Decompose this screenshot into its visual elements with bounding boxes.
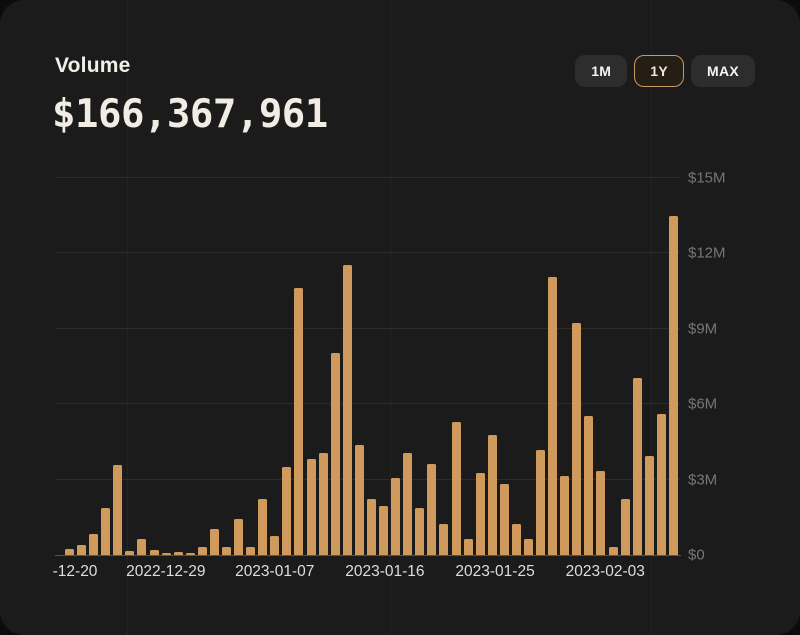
volume-bar[interactable] [621, 499, 630, 555]
range-button-max[interactable]: MAX [691, 55, 755, 87]
chart-title: Volume [55, 54, 131, 78]
y-axis-tick-label: $0 [688, 547, 705, 564]
range-button-1y[interactable]: 1Y [634, 55, 684, 87]
y-axis-tick-label: $3M [688, 471, 717, 488]
y-axis-tick-label: $12M [688, 245, 726, 262]
time-range-selector: 1M 1Y MAX [575, 55, 755, 87]
volume-bar[interactable] [476, 473, 485, 555]
x-axis-tick-label: 2023-01-25 [455, 563, 534, 581]
volume-bar[interactable] [270, 536, 279, 555]
y-axis-tick-label: $9M [688, 320, 717, 337]
volume-bar[interactable] [89, 534, 98, 555]
volume-bar[interactable] [464, 539, 473, 555]
volume-bar[interactable] [669, 216, 678, 555]
y-axis-tick-label: $6M [688, 396, 717, 413]
volume-bar[interactable] [572, 323, 581, 555]
volume-bar[interactable] [234, 519, 243, 555]
volume-bar[interactable] [488, 435, 497, 555]
volume-bar[interactable] [548, 277, 557, 555]
volume-bar[interactable] [512, 524, 521, 555]
total-volume-value: $166,367,961 [52, 92, 328, 137]
volume-bar[interactable] [282, 467, 291, 555]
volume-bar[interactable] [427, 464, 436, 555]
volume-bar[interactable] [101, 508, 110, 555]
volume-bar[interactable] [355, 445, 364, 555]
volume-bar[interactable] [403, 453, 412, 555]
volume-bar[interactable] [500, 484, 509, 555]
volume-bar[interactable] [113, 465, 122, 555]
bar-chart-plot [55, 178, 681, 555]
volume-bar[interactable] [137, 539, 146, 555]
bars [65, 178, 678, 555]
volume-bar[interactable] [319, 453, 328, 555]
volume-bar[interactable] [258, 499, 267, 555]
volume-bar[interactable] [645, 456, 654, 555]
volume-bar[interactable] [415, 508, 424, 555]
x-axis-labels: -12-20 2022-12-29 2023-01-07 2023-01-16 2023… [55, 563, 681, 585]
volume-bar[interactable] [439, 524, 448, 555]
y-axis-tick-label: $15M [688, 170, 726, 187]
volume-bar[interactable] [596, 471, 605, 555]
volume-bar[interactable] [452, 422, 461, 555]
volume-bar[interactable] [379, 506, 388, 555]
x-axis-line [55, 555, 681, 557]
volume-bar[interactable] [584, 416, 593, 555]
volume-bar[interactable] [210, 529, 219, 555]
x-axis-tick-label: 2023-02-03 [566, 563, 645, 581]
x-axis-tick-label: 2023-01-07 [235, 563, 314, 581]
volume-bar[interactable] [657, 414, 666, 555]
volume-bar[interactable] [367, 499, 376, 555]
volume-bar[interactable] [633, 378, 642, 555]
x-axis-tick-label: 2023-01-16 [345, 563, 424, 581]
volume-bar[interactable] [294, 288, 303, 555]
volume-bar[interactable] [343, 265, 352, 555]
volume-chart-card: Volume $166,367,961 1M 1Y MAX $0 $3M $6M $9… [0, 0, 800, 635]
volume-bar[interactable] [524, 539, 533, 555]
x-axis-tick-label: -12-20 [53, 563, 98, 581]
volume-bar[interactable] [307, 459, 316, 555]
volume-bar[interactable] [536, 450, 545, 555]
x-axis-tick-label: 2022-12-29 [126, 563, 205, 581]
range-button-1m[interactable]: 1M [575, 55, 627, 87]
volume-bar[interactable] [391, 478, 400, 555]
volume-bar[interactable] [331, 353, 340, 555]
volume-bar[interactable] [560, 476, 569, 555]
